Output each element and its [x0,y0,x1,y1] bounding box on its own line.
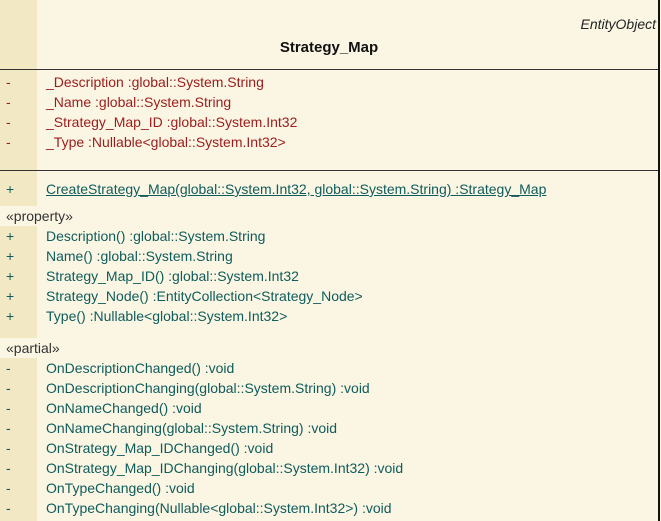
public-visibility-marker: + [6,228,15,244]
private-visibility-marker: - [6,440,11,456]
property-row[interactable]: + Type() :Nullable<global::System.Int32> [0,306,658,326]
property-text: Name() :global::System.String [46,248,233,264]
property-group: + Description() :global::System.String +… [0,226,658,326]
private-visibility-marker: - [6,380,11,396]
partial-method-row[interactable]: - OnStrategy_Map_IDChanging(global::Syst… [0,458,658,478]
private-visibility-marker: - [6,420,11,436]
attribute-text: _Type :Nullable<global::System.Int32> [46,134,286,150]
private-visibility-marker: - [6,114,11,130]
attribute-row[interactable]: - _Type :Nullable<global::System.Int32> [0,132,658,152]
attribute-text: _Name :global::System.String [46,94,232,110]
partial-method-text: OnDescriptionChanged() :void [46,360,235,376]
uml-class-box[interactable]: EntityObject Strategy_Map - _Description… [0,0,661,521]
class-header[interactable]: EntityObject Strategy_Map [0,0,658,69]
private-visibility-marker: - [6,400,11,416]
partial-method-text: OnNameChanged() :void [46,400,202,416]
partial-method-row[interactable]: - OnDescriptionChanged() :void [0,358,658,378]
property-text: Strategy_Map_ID() :global::System.Int32 [46,268,299,284]
property-text: Type() :Nullable<global::System.Int32> [46,308,288,324]
partial-method-row[interactable]: - OnNameChanged() :void [0,398,658,418]
public-visibility-marker: + [6,248,15,264]
public-visibility-marker: + [6,181,15,197]
property-group-label: «property» [0,206,658,226]
partial-group: - OnDescriptionChanged() :void - OnDescr… [0,358,658,518]
attributes-compartment: - _Description :global::System.String - … [0,72,658,152]
class-stereotype: EntityObject [580,16,656,32]
class-name: Strategy_Map [279,39,379,56]
partial-method-text: OnNameChanging(global::System.String) :v… [46,420,338,436]
partial-method-row[interactable]: - OnTypeChanged() :void [0,478,658,498]
public-visibility-marker: + [6,268,15,284]
partial-method-text: OnStrategy_Map_IDChanged() :void [46,440,274,456]
attribute-text: _Strategy_Map_ID :global::System.Int32 [46,114,298,130]
partial-method-text: OnTypeChanged() :void [46,480,195,496]
property-row[interactable]: + Name() :global::System.String [0,246,658,266]
attribute-text: _Description :global::System.String [46,74,264,90]
partial-method-text: OnDescriptionChanging(global::System.Str… [46,380,370,396]
private-visibility-marker: - [6,480,11,496]
partial-stereotype-text: «partial» [6,340,60,356]
private-visibility-marker: - [6,460,11,476]
public-visibility-marker: + [6,308,15,324]
public-visibility-marker: + [6,288,15,304]
private-visibility-marker: - [6,134,11,150]
private-visibility-marker: - [6,360,11,376]
property-row[interactable]: + Strategy_Node() :EntityCollection<Stra… [0,286,658,306]
private-visibility-marker: - [6,74,11,90]
attribute-row[interactable]: - _Strategy_Map_ID :global::System.Int32 [0,112,658,132]
partial-method-row[interactable]: - OnDescriptionChanging(global::System.S… [0,378,658,398]
static-operation-text: CreateStrategy_Map(global::System.Int32,… [46,181,547,197]
property-stereotype-text: «property» [6,208,73,224]
operations-compartment: + CreateStrategy_Map(global::System.Int3… [0,179,658,199]
partial-method-row[interactable]: - OnTypeChanging(Nullable<global::System… [0,498,658,518]
attribute-row[interactable]: - _Name :global::System.String [0,92,658,112]
header-divider [0,69,658,70]
partial-group-label: «partial» [0,338,658,358]
property-text: Strategy_Node() :EntityCollection<Strate… [46,288,363,304]
partial-method-text: OnStrategy_Map_IDChanging(global::System… [46,460,404,476]
attribute-row[interactable]: - _Description :global::System.String [0,72,658,92]
class-box-right-border [658,0,660,521]
private-visibility-marker: - [6,500,11,516]
partial-method-text: OnTypeChanging(Nullable<global::System.I… [46,500,392,516]
property-row[interactable]: + Strategy_Map_ID() :global::System.Int3… [0,266,658,286]
property-text: Description() :global::System.String [46,228,266,244]
operation-row[interactable]: + CreateStrategy_Map(global::System.Int3… [0,179,658,199]
private-visibility-marker: - [6,94,11,110]
property-row[interactable]: + Description() :global::System.String [0,226,658,246]
partial-method-row[interactable]: - OnNameChanging(global::System.String) … [0,418,658,438]
partial-method-row[interactable]: - OnStrategy_Map_IDChanged() :void [0,438,658,458]
attributes-divider [0,170,658,171]
